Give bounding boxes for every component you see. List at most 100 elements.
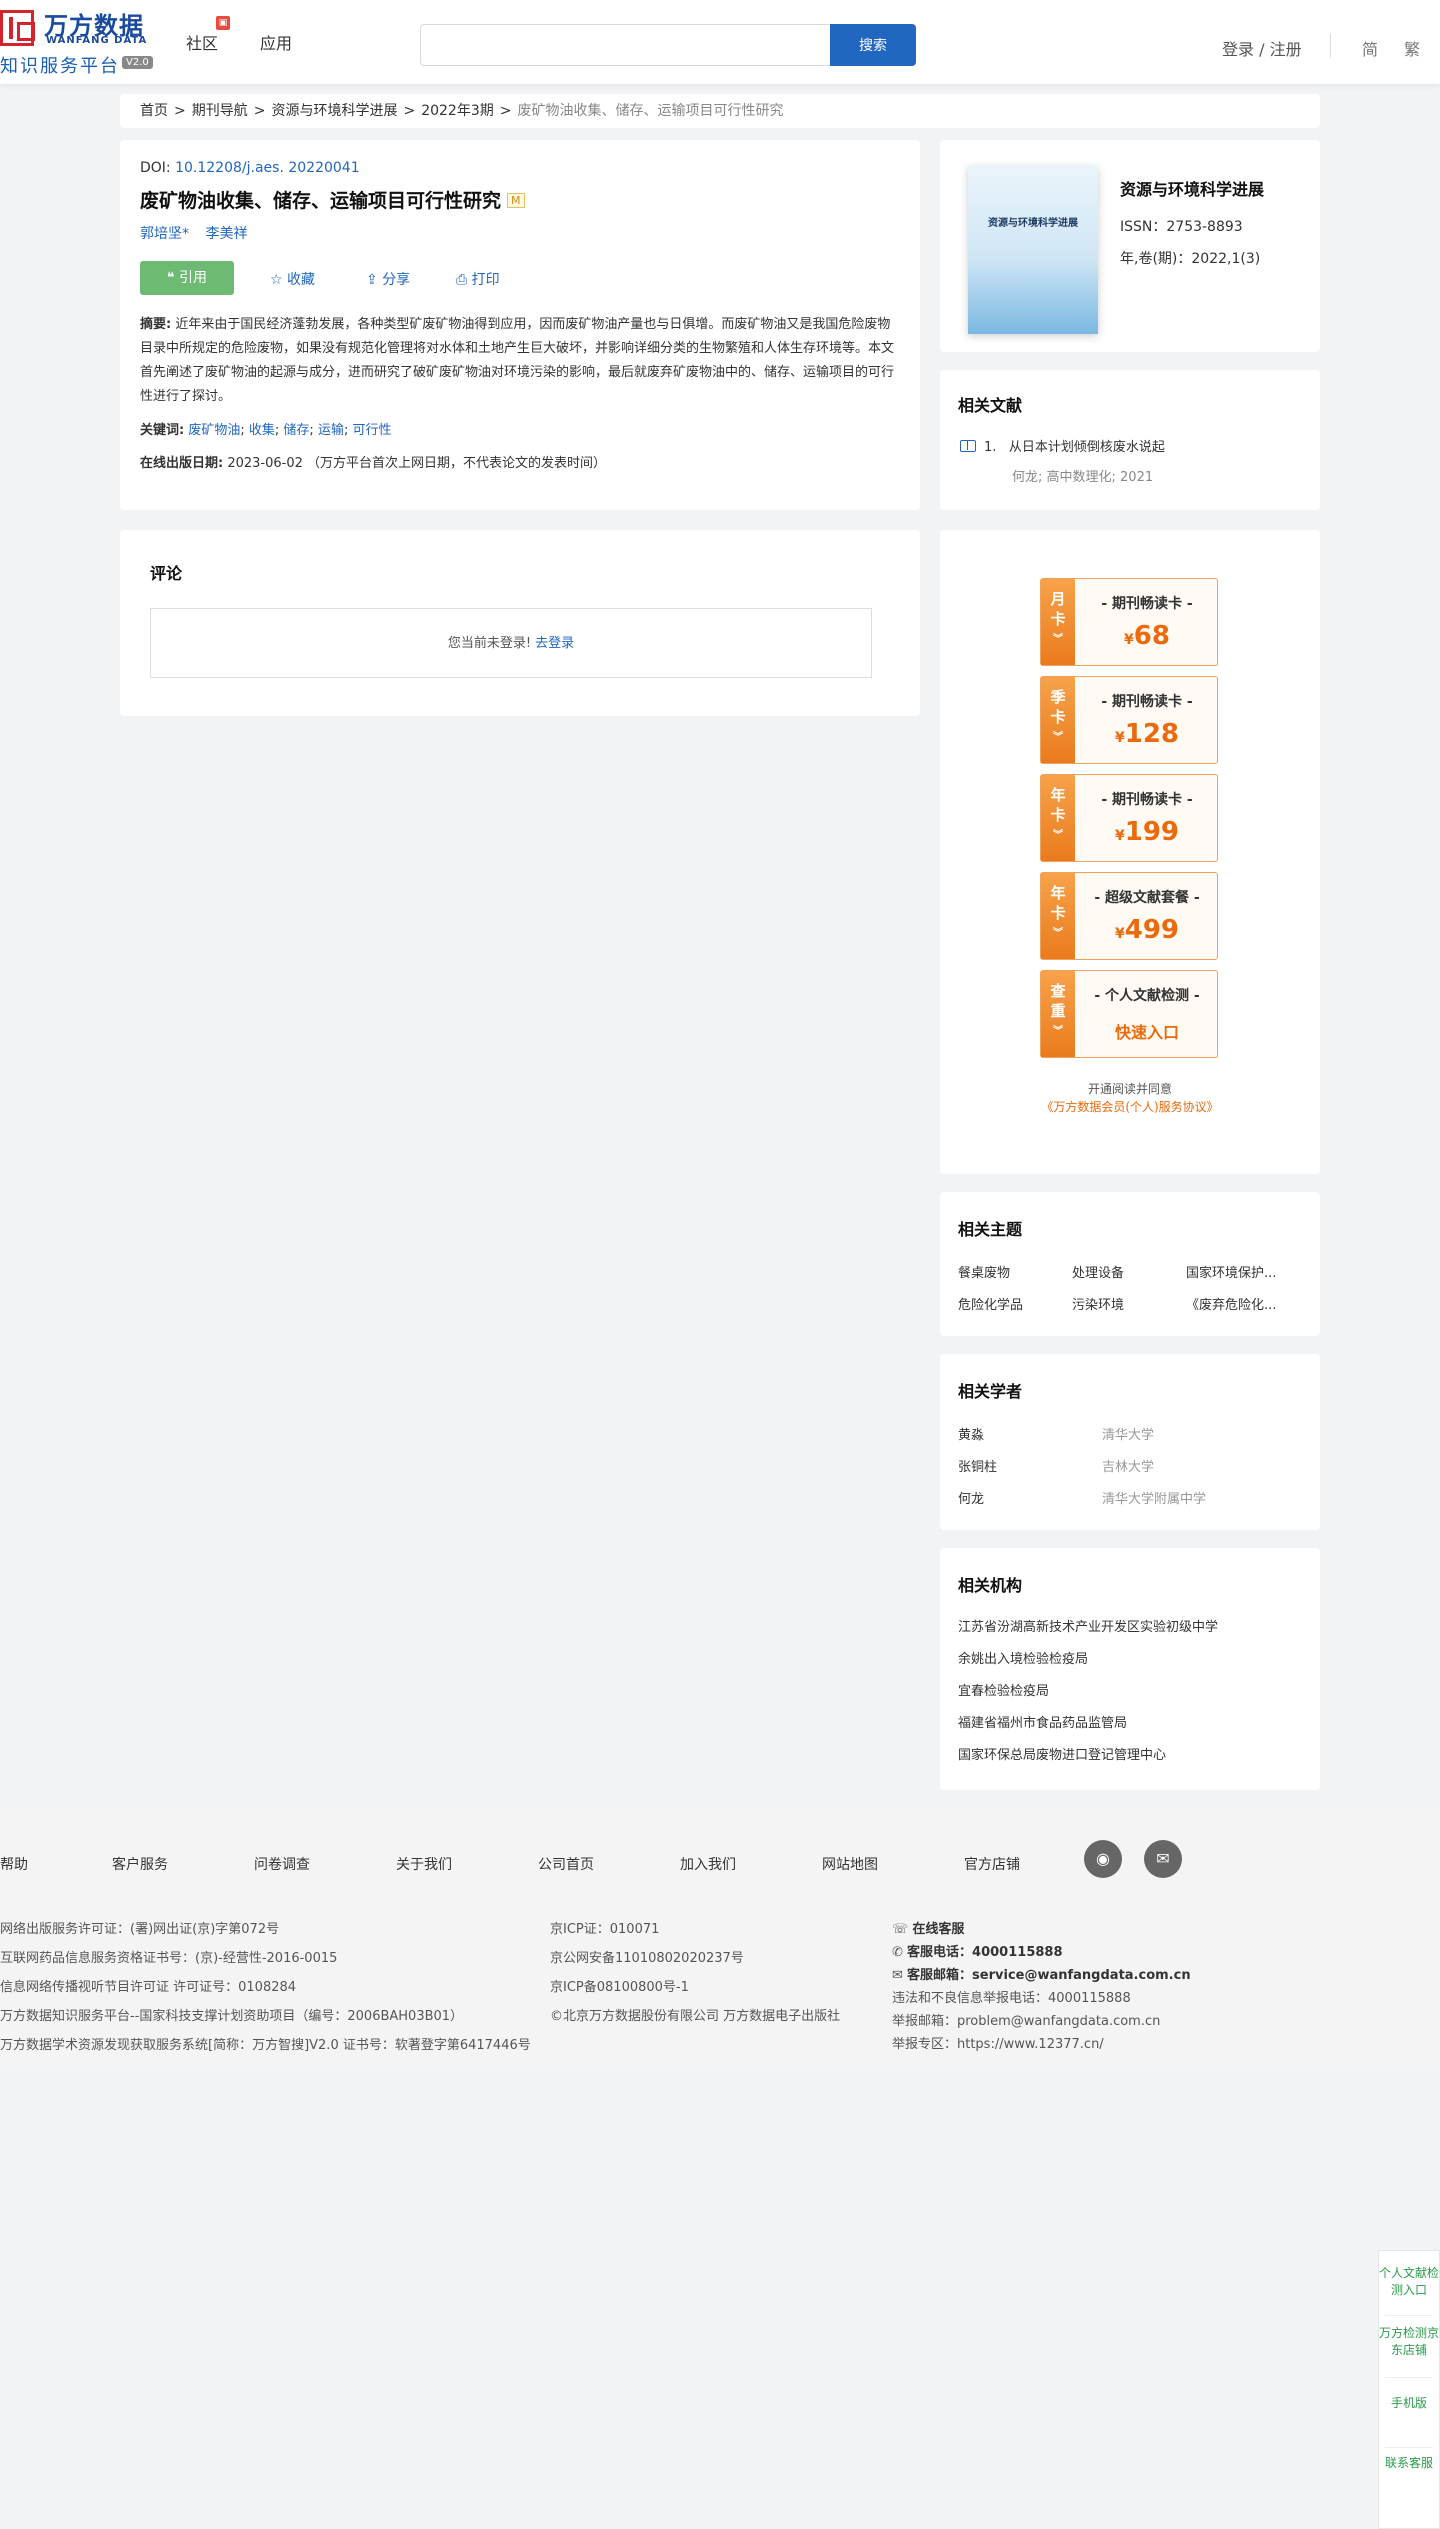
article-title-text: 废矿物油收集、储存、运输项目可行性研究 bbox=[140, 190, 502, 212]
print-button[interactable]: ⎙ 打印 bbox=[456, 269, 500, 289]
login-register-link[interactable]: 登录 / 注册 bbox=[1222, 36, 1302, 60]
keywords: 关键词: 废矿物油; 收集; 储存; 运输; 可行性 bbox=[140, 423, 392, 438]
share-button[interactable]: ⇪ 分享 bbox=[366, 269, 410, 289]
topic-link[interactable]: 处理设备 bbox=[1072, 1262, 1124, 1281]
keyword-link[interactable]: 可行性 bbox=[352, 423, 391, 438]
wechat-icon[interactable]: ✉ bbox=[1144, 1840, 1182, 1878]
breadcrumb-issue[interactable]: 2022年3期 bbox=[421, 103, 494, 119]
weibo-icon[interactable]: ◉ bbox=[1084, 1840, 1122, 1878]
footer-nav-company[interactable]: 公司首页 bbox=[538, 1854, 594, 1874]
side-char: 卡 bbox=[1050, 806, 1066, 824]
topic-link[interactable]: 危险化学品 bbox=[958, 1294, 1023, 1313]
side-char: 卡 bbox=[1050, 904, 1066, 922]
scholar-name[interactable]: 张铜柱 bbox=[958, 1456, 997, 1475]
journal-volume: 年,卷(期)：2022,1(3) bbox=[1120, 251, 1261, 267]
lang-simplified[interactable]: 简 bbox=[1362, 36, 1378, 60]
membership-super-package[interactable]: 年卡 ︾ - 超级文献套餐 - ¥499 bbox=[1040, 872, 1218, 960]
membership-yearly[interactable]: 年卡 ︾ - 期刊畅读卡 - ¥199 bbox=[1040, 774, 1218, 862]
lang-traditional[interactable]: 繁 bbox=[1404, 36, 1420, 60]
topic-link[interactable]: 餐桌废物 bbox=[958, 1262, 1010, 1281]
topic-link[interactable]: 污染环境 bbox=[1072, 1294, 1124, 1313]
keyword-link[interactable]: 运输 bbox=[318, 423, 344, 438]
doi-link[interactable]: 10.12208/j.aes. 20220041 bbox=[175, 160, 360, 176]
cite-button[interactable]: ❝ 引用 bbox=[140, 261, 234, 295]
float-plagiarism-entry[interactable]: 个人文献检测入口 bbox=[1379, 2265, 1439, 2299]
float-jd-store[interactable]: 万方检测京东店铺 bbox=[1379, 2325, 1439, 2359]
scholar-org: 吉林大学 bbox=[1102, 1460, 1155, 1475]
chevron-down-icon: ︾ bbox=[1053, 928, 1063, 939]
email-label: 客服邮箱： bbox=[907, 1968, 973, 1983]
version-badge: V2.0 bbox=[122, 56, 153, 69]
topic-link[interactable]: 国家环境保护... bbox=[1186, 1262, 1276, 1281]
wanfang-logo[interactable]: 万方数据 WANFANG DATA 知识服务平台 V2.0 bbox=[0, 6, 160, 77]
currency: ¥ bbox=[1124, 632, 1134, 648]
institution-link[interactable]: 宜春检验检疫局 bbox=[958, 1680, 1049, 1699]
journal-card: 资源与环境科学进展 资源与环境科学进展 ISSN：2753-8893 年,卷(期… bbox=[940, 140, 1320, 352]
journal-cover[interactable]: 资源与环境科学进展 bbox=[968, 166, 1098, 334]
membership-name: - 期刊畅读卡 - bbox=[1101, 792, 1193, 808]
footer-nav-sitemap[interactable]: 网站地图 bbox=[822, 1854, 878, 1874]
institution-link[interactable]: 国家环保总局废物进口登记管理中心 bbox=[958, 1744, 1166, 1763]
float-contact-service[interactable]: 联系客服 bbox=[1379, 2455, 1439, 2472]
membership-monthly[interactable]: 月卡 ︾ - 期刊畅读卡 - ¥68 bbox=[1040, 578, 1218, 666]
share-label: 分享 bbox=[382, 272, 411, 288]
price-value: 499 bbox=[1124, 915, 1180, 945]
membership-name: - 个人文献检测 - bbox=[1094, 988, 1200, 1004]
breadcrumb-journal[interactable]: 资源与环境科学进展 bbox=[271, 103, 397, 119]
journal-name[interactable]: 资源与环境科学进展 bbox=[1120, 176, 1264, 200]
breadcrumb-home[interactable]: 首页 bbox=[140, 103, 168, 119]
footer-icp: 京公网安备11010802020237号 bbox=[550, 1951, 744, 1966]
institution-link[interactable]: 余姚出入境检验检疫局 bbox=[958, 1648, 1088, 1667]
mail-icon: ✉ bbox=[892, 1968, 908, 1983]
scholar-name[interactable]: 黄淼 bbox=[958, 1424, 984, 1443]
footer-nav-about[interactable]: 关于我们 bbox=[396, 1854, 452, 1874]
footer-nav-customer-service[interactable]: 客户服务 bbox=[112, 1854, 168, 1874]
logo-subtitle: 知识服务平台 bbox=[0, 56, 120, 77]
keyword-link[interactable]: 收集 bbox=[249, 423, 275, 438]
institution-link[interactable]: 江苏省汾湖高新技术产业开发区实验初级中学 bbox=[958, 1616, 1218, 1635]
author-link[interactable]: 郭培坚* bbox=[140, 226, 189, 242]
service-agreement-link[interactable]: 《万方数据会员(个人)服务协议》 bbox=[940, 1098, 1320, 1115]
search-button[interactable]: 搜索 bbox=[830, 24, 916, 66]
related-doc-item[interactable]: 1. 从日本计划倾倒核废水说起 bbox=[960, 436, 1165, 455]
share-icon: ⇪ bbox=[366, 272, 383, 288]
article-card: DOI: 10.12208/j.aes. 20220041 废矿物油收集、储存、… bbox=[120, 140, 920, 510]
nav-apps[interactable]: 应用 bbox=[260, 30, 292, 54]
membership-price: ¥128 bbox=[1075, 719, 1219, 749]
printer-icon: ⎙ bbox=[456, 272, 472, 288]
search-input[interactable] bbox=[420, 24, 830, 66]
footer-nav-store[interactable]: 官方店铺 bbox=[964, 1854, 1020, 1874]
go-login-link[interactable]: 去登录 bbox=[535, 636, 574, 651]
membership-name: - 期刊畅读卡 - bbox=[1101, 596, 1193, 612]
author-link[interactable]: 李美祥 bbox=[205, 226, 247, 242]
nav-community[interactable]: 社区 bbox=[186, 30, 218, 54]
comment-login-box: 您当前未登录! 去登录 bbox=[150, 608, 872, 678]
comments-title: 评论 bbox=[150, 564, 183, 583]
keyword-link[interactable]: 储存 bbox=[283, 423, 309, 438]
membership-plagiarism-check[interactable]: 查重 ︾ - 个人文献检测 - 快速入口 bbox=[1040, 970, 1218, 1058]
pubdate-value: 2023-06-02 bbox=[227, 456, 303, 471]
footer-nav-help[interactable]: 帮助 bbox=[0, 1854, 28, 1874]
side-char: 卡 bbox=[1050, 610, 1066, 628]
breadcrumb-journal-nav[interactable]: 期刊导航 bbox=[192, 103, 248, 119]
footer-nav-survey[interactable]: 问卷调查 bbox=[254, 1854, 310, 1874]
footer-nav-join[interactable]: 加入我们 bbox=[680, 1854, 736, 1874]
membership-quarterly[interactable]: 季卡 ︾ - 期刊畅读卡 - ¥128 bbox=[1040, 676, 1218, 764]
breadcrumb-current: 废矿物油收集、储存、运输项目可行性研究 bbox=[517, 103, 784, 119]
favorite-button[interactable]: ☆ 收藏 bbox=[270, 269, 315, 289]
online-service[interactable]: ☏ 在线客服 bbox=[892, 1918, 964, 1937]
membership-side: 年卡 ︾ bbox=[1041, 775, 1075, 861]
float-mobile[interactable]: 手机版 bbox=[1379, 2395, 1439, 2412]
membership-card: 月卡 ︾ - 期刊畅读卡 - ¥68 季卡 ︾ - 期刊畅读卡 - ¥128 年卡 ︾… bbox=[940, 530, 1320, 1174]
keyword-link[interactable]: 废矿物油 bbox=[188, 423, 240, 438]
topic-link[interactable]: 《废弃危险化... bbox=[1186, 1294, 1276, 1313]
institution-link[interactable]: 福建省福州市食品药品监管局 bbox=[958, 1712, 1127, 1731]
email-value: service@wanfangdata.com.cn bbox=[972, 1968, 1191, 1983]
related-scholars-title: 相关学者 bbox=[958, 1382, 1023, 1401]
float-divider bbox=[1385, 2447, 1433, 2448]
article-actions: ❝ 引用 ☆ 收藏 ⇪ 分享 ⎙ 打印 bbox=[140, 261, 900, 295]
membership-side: 查重 ︾ bbox=[1041, 971, 1075, 1057]
scholar-name[interactable]: 何龙 bbox=[958, 1488, 984, 1507]
footer-license: 信息网络传播视听节目许可证 许可证号：0108284 bbox=[0, 1980, 297, 1995]
quote-icon: ❝ bbox=[167, 270, 179, 286]
